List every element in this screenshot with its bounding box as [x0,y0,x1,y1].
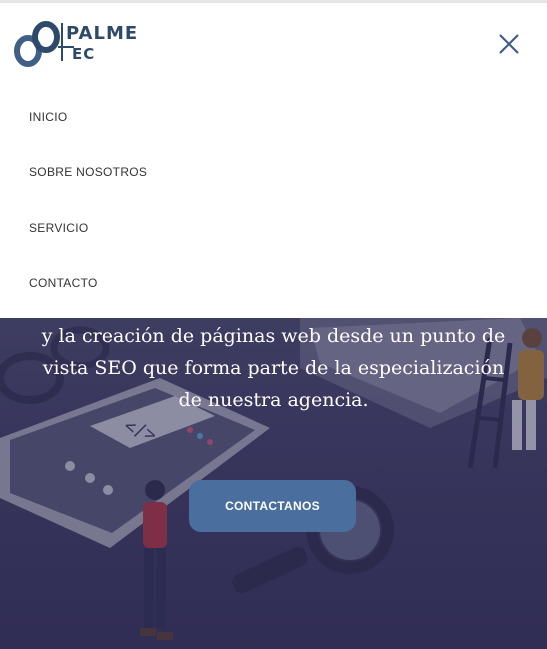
logo-text-bottom: EC [72,45,96,63]
logo-text-top: PALME [66,23,139,44]
close-menu-button[interactable] [496,31,522,57]
nav-item-sobre-nosotros[interactable]: SOBRE NOSOTROS [29,165,147,179]
nav-item-servicio[interactable]: SERVICIO [29,221,89,235]
logo-mark-icon [14,21,74,67]
hero-section: </> y la creación de páginas web desde u… [0,318,547,649]
nav-item-contacto[interactable]: CONTACTO [29,276,98,290]
hero-description: y la creación de páginas web desde un pu… [41,325,506,411]
mobile-menu-panel: PALME EC INICIO SOBRE NOSOTROS SERVICIO … [0,3,547,318]
contactanos-button[interactable]: CONTACTANOS [189,480,356,532]
nav-item-inicio[interactable]: INICIO [29,110,67,124]
close-icon [499,34,519,54]
site-logo[interactable]: PALME EC [14,17,137,71]
